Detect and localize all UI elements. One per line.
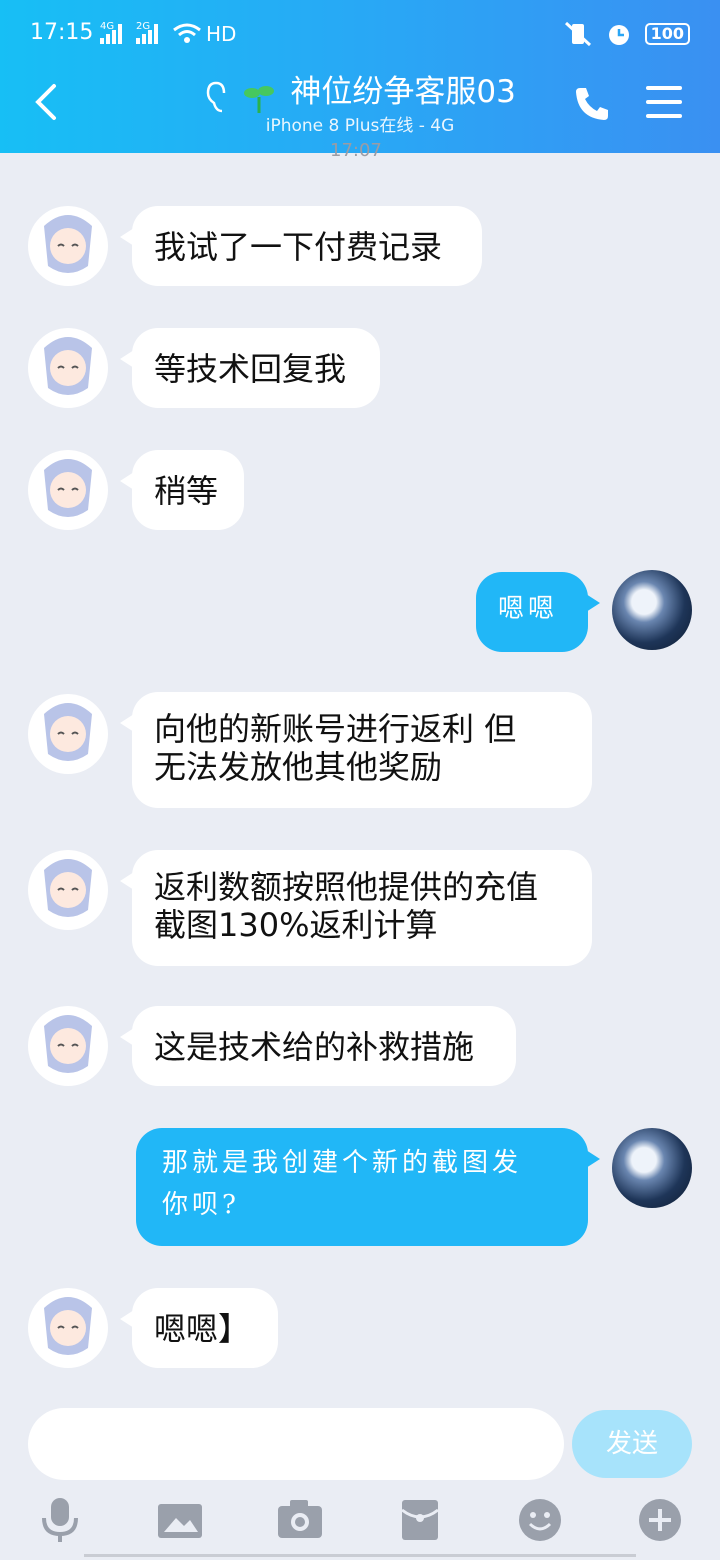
message-bubble-self[interactable]: 嗯嗯 bbox=[476, 572, 600, 652]
message-text: 嗯嗯 bbox=[498, 594, 559, 624]
message-text-line: 截图130%返利计算 bbox=[154, 906, 438, 944]
signal-icon-2 bbox=[136, 24, 162, 44]
send-button[interactable]: 发送 bbox=[572, 1410, 692, 1478]
message-text-line: 你呗? bbox=[162, 1190, 240, 1220]
message-bubble-self[interactable]: 那就是我创建个新的截图发 你呗? bbox=[136, 1128, 600, 1246]
mute-vibrate-icon bbox=[564, 21, 591, 47]
message-text-line: 无法发放他其他奖励 bbox=[154, 748, 443, 786]
message-text: 嗯嗯】 bbox=[154, 1310, 251, 1348]
message-text: 这是技术给的补救措施 bbox=[154, 1028, 475, 1066]
image-icon[interactable] bbox=[156, 1496, 204, 1544]
message-text: 稍等 bbox=[154, 472, 219, 510]
status-bar: 17:15 4G 2G HD 100 bbox=[0, 0, 720, 68]
message-bubble[interactable]: 等技术回复我 bbox=[120, 328, 380, 408]
battery-level: 100 bbox=[644, 23, 690, 45]
camera-icon[interactable] bbox=[276, 1496, 324, 1544]
avatar[interactable] bbox=[28, 450, 108, 530]
chat-title-block[interactable]: 神位纷争客服03 iPhone 8 Plus在线 - 4G bbox=[0, 70, 720, 137]
ear-icon bbox=[206, 81, 226, 112]
message-timestamp: 17:07 bbox=[330, 140, 382, 161]
message-text: 我试了一下付费记录 bbox=[154, 228, 443, 266]
message-text-line: 那就是我创建个新的截图发 bbox=[162, 1148, 523, 1178]
signal-icon bbox=[100, 24, 126, 44]
mic-icon[interactable] bbox=[38, 1496, 82, 1544]
alarm-icon bbox=[608, 25, 629, 45]
message-bubble[interactable]: 返利数额按照他提供的充值 截图130%返利计算 bbox=[120, 850, 592, 966]
avatar[interactable] bbox=[28, 694, 108, 774]
message-input[interactable] bbox=[28, 1408, 564, 1480]
message-text-line: 返利数额按照他提供的充值 bbox=[154, 868, 539, 906]
message-text-line: 向他的新账号进行返利 但 bbox=[154, 710, 517, 748]
plus-icon[interactable] bbox=[636, 1496, 684, 1544]
message-text: 等技术回复我 bbox=[154, 350, 347, 388]
menu-icon[interactable] bbox=[646, 86, 682, 118]
phone-call-icon[interactable] bbox=[572, 84, 612, 124]
red-packet-icon[interactable] bbox=[398, 1496, 442, 1544]
status-time: 17:15 bbox=[30, 20, 94, 45]
sprout-icon bbox=[244, 85, 275, 113]
emoji-icon[interactable] bbox=[516, 1496, 564, 1544]
avatar[interactable] bbox=[28, 206, 108, 286]
message-bubble[interactable]: 嗯嗯】 bbox=[120, 1288, 278, 1368]
message-bubble[interactable]: 我试了一下付费记录 bbox=[120, 206, 482, 286]
avatar-self[interactable] bbox=[612, 570, 692, 650]
wifi-icon bbox=[173, 23, 201, 43]
avatar[interactable] bbox=[28, 328, 108, 408]
avatar-self[interactable] bbox=[612, 1128, 692, 1208]
avatar[interactable] bbox=[28, 1288, 108, 1368]
home-indicator bbox=[84, 1554, 636, 1557]
online-status: iPhone 8 Plus在线 - 4G bbox=[265, 115, 455, 136]
avatar[interactable] bbox=[28, 1006, 108, 1086]
message-bubble[interactable]: 这是技术给的补救措施 bbox=[120, 1006, 516, 1086]
message-bubble[interactable]: 稍等 bbox=[120, 450, 244, 530]
message-bubble[interactable]: 向他的新账号进行返利 但 无法发放他其他奖励 bbox=[120, 692, 592, 808]
chat-header: 17:15 4G 2G HD 100 神位纷争客服03 iPhone 8 Plu… bbox=[0, 0, 720, 153]
avatar[interactable] bbox=[28, 850, 108, 930]
page-title: 神位纷争客服03 bbox=[290, 74, 516, 110]
network-label: HD bbox=[206, 22, 237, 46]
